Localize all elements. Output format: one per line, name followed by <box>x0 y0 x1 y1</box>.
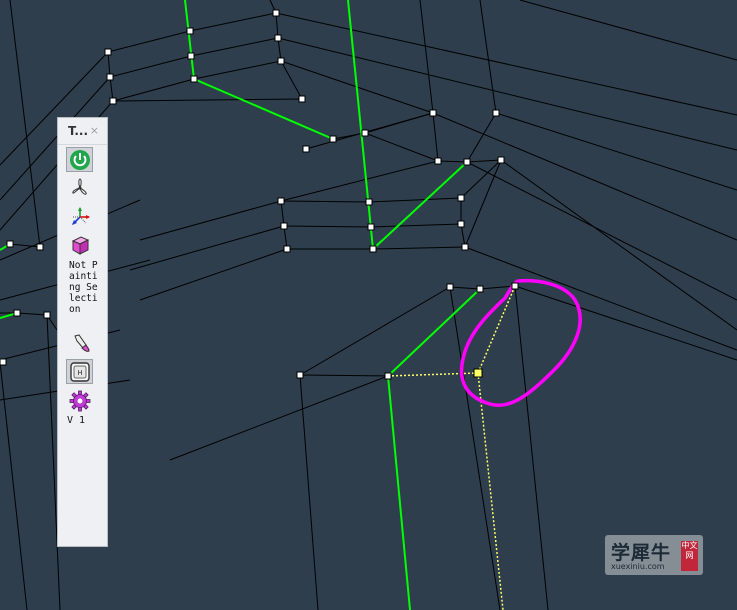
vertex <box>463 158 471 166</box>
pen-icon <box>73 333 90 352</box>
vertex <box>369 245 377 253</box>
toolbox-header[interactable]: T... × <box>58 118 107 145</box>
wireframe-edges <box>0 0 737 610</box>
vertex <box>446 283 454 291</box>
vertex <box>367 223 375 231</box>
toolbox-title: T... <box>68 124 89 138</box>
vertex <box>13 309 21 317</box>
fan-icon <box>71 177 87 195</box>
vertex <box>109 97 117 105</box>
painting-status-label: Not Painting Selection <box>69 260 98 315</box>
pen-tool-button[interactable] <box>66 331 93 356</box>
vertex <box>434 157 442 165</box>
vertex <box>283 245 291 253</box>
vertex <box>0 358 7 366</box>
vertex <box>36 243 44 251</box>
vertex <box>457 220 465 228</box>
vertex <box>476 285 484 293</box>
selected-edges <box>387 285 516 610</box>
gizmo-tool-button[interactable] <box>66 204 93 229</box>
watermark-stamp: 中文网 <box>681 541 698 571</box>
vertex <box>457 194 465 202</box>
vertex <box>384 372 392 380</box>
vertex <box>302 145 310 153</box>
cube-tool-button[interactable] <box>66 232 93 257</box>
vertex <box>6 240 14 248</box>
watermark-logo: 学犀牛 xuexiniu.com 中文网 <box>605 535 703 575</box>
vertex <box>365 198 373 206</box>
version-label: V 1 <box>67 415 86 426</box>
selected-vertex <box>473 368 483 378</box>
vertex <box>106 73 114 81</box>
watermark-en-text: xuexiniu.com <box>611 562 665 571</box>
close-icon[interactable]: × <box>90 124 99 137</box>
axis-gizmo-icon <box>71 206 90 225</box>
cube-icon <box>71 235 89 255</box>
vertex <box>461 243 469 251</box>
vertex <box>43 311 51 319</box>
gear-icon <box>69 390 90 411</box>
vertex <box>329 135 337 143</box>
keyboard-key-icon: H <box>69 361 90 382</box>
vertex <box>187 52 195 60</box>
vertex <box>272 9 280 17</box>
vertex <box>511 282 519 290</box>
vertex <box>274 34 282 42</box>
vertex <box>296 371 304 379</box>
gear-tool-button[interactable] <box>66 388 93 413</box>
power-icon <box>69 149 90 170</box>
vertex <box>277 57 285 65</box>
svg-text:H: H <box>77 369 82 377</box>
vertex <box>280 222 288 230</box>
fan-tool-button[interactable] <box>66 175 93 200</box>
watermark-cn-text: 学犀牛 <box>611 542 672 564</box>
vertex <box>298 95 306 103</box>
vertex <box>492 109 500 117</box>
keyboard-tool-button[interactable]: H <box>66 359 93 384</box>
vertex <box>190 75 198 83</box>
vertex <box>361 129 369 137</box>
floating-toolbox: T... × Not Painting Selection H V 1 <box>57 117 108 547</box>
vertex <box>497 156 505 164</box>
vertex <box>429 109 437 117</box>
vertex <box>104 48 112 56</box>
vertex <box>277 197 285 205</box>
3d-viewport[interactable] <box>0 0 737 610</box>
power-tool-button[interactable] <box>66 147 93 172</box>
vertex <box>186 27 194 35</box>
